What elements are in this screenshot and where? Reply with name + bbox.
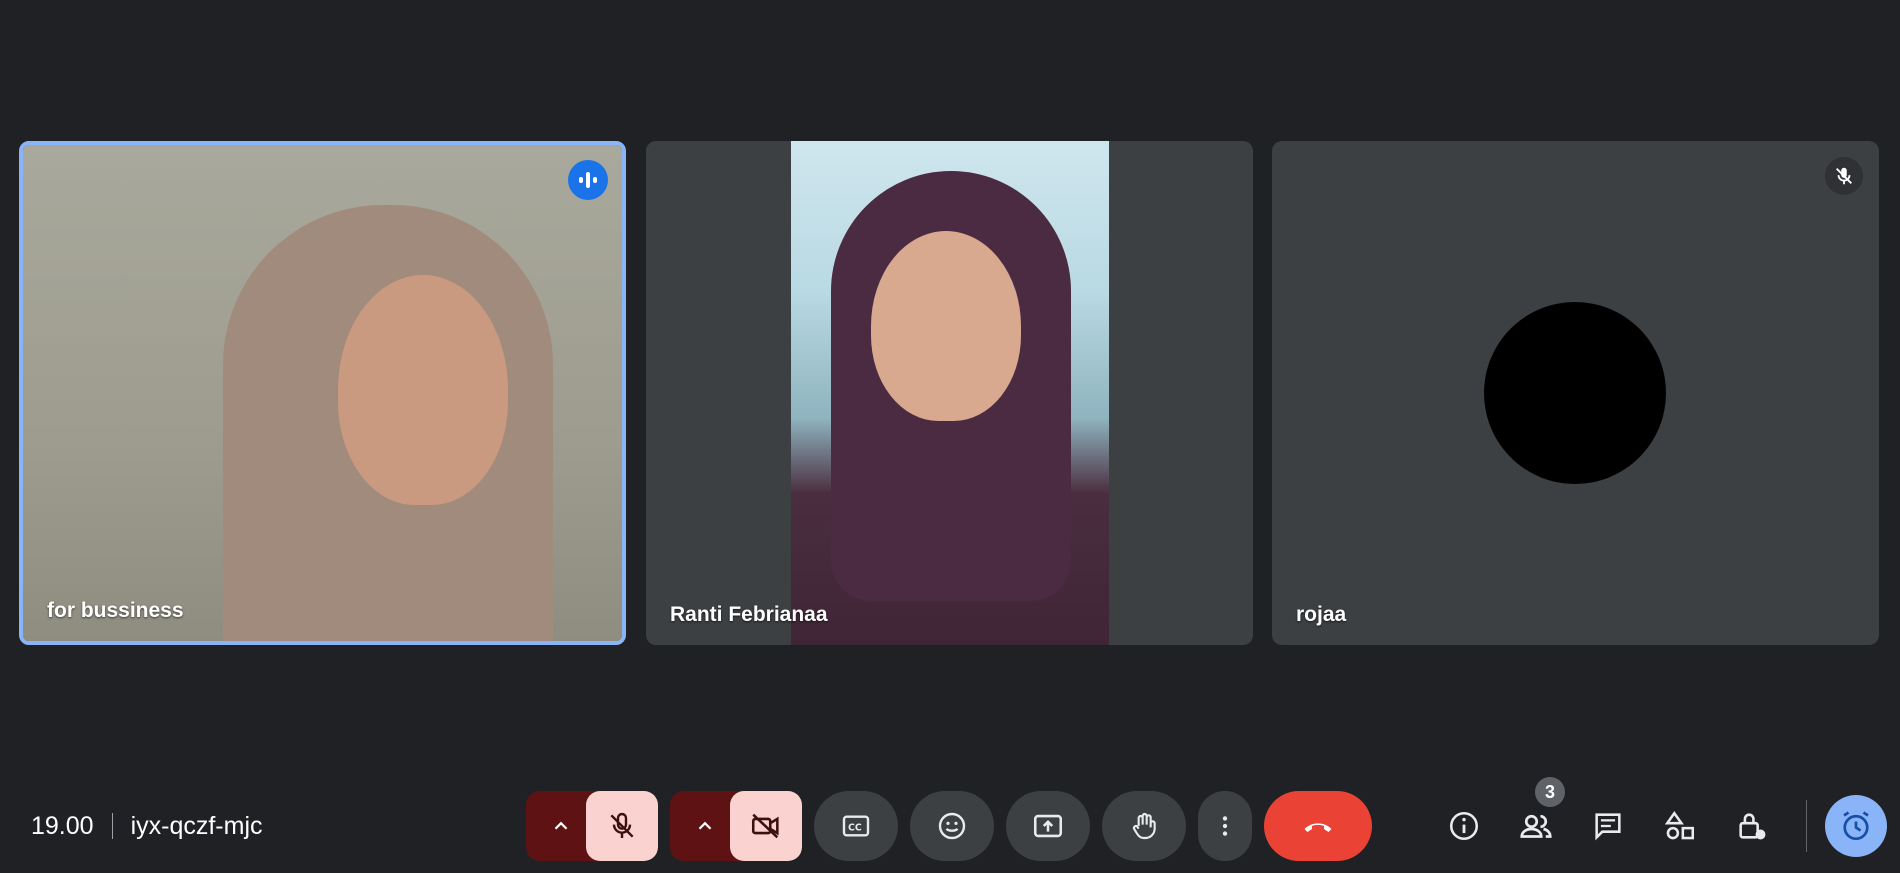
more-options-button[interactable] [1198, 791, 1252, 861]
leave-call-button[interactable] [1264, 791, 1372, 861]
video-face [338, 275, 508, 505]
hand-icon [1132, 812, 1156, 840]
lock-person-icon [1739, 813, 1766, 840]
closed-captions-icon: CC [842, 815, 870, 837]
host-controls-button[interactable] [1726, 800, 1778, 852]
shapes-icon [1664, 811, 1695, 840]
participant-video [23, 145, 622, 641]
raise-hand-button[interactable] [1102, 791, 1186, 861]
participant-tile-ranti-febrianaa[interactable]: Ranti Febrianaa [646, 141, 1253, 645]
meeting-time: 19.00 [31, 811, 94, 840]
toolbar-divider [1806, 800, 1807, 852]
info-icon [1449, 811, 1479, 841]
present-screen-button[interactable] [1006, 791, 1090, 861]
camera-toggle-button[interactable] [730, 791, 802, 861]
chat-icon [1595, 813, 1621, 841]
participant-tile-rojaa[interactable]: rojaa [1272, 141, 1879, 645]
timer-button[interactable] [1825, 795, 1887, 857]
people-icon [1520, 814, 1552, 838]
participant-video [791, 141, 1109, 645]
avatar [1484, 302, 1666, 484]
more-vert-icon [1222, 816, 1228, 836]
activities-button[interactable] [1654, 800, 1706, 852]
speaking-indicator-icon [568, 160, 608, 200]
chat-button[interactable] [1582, 800, 1634, 852]
divider [111, 813, 113, 839]
svg-text:CC: CC [848, 823, 862, 834]
people-button[interactable] [1510, 800, 1562, 852]
mic-off-icon [610, 812, 634, 838]
meeting-info: 19.00 iyx-qczf-mjc [31, 805, 263, 847]
chevron-up-icon [698, 821, 712, 830]
participant-name: for bussiness [47, 599, 184, 622]
participant-name: Ranti Febrianaa [670, 603, 828, 626]
people-count-badge: 3 [1535, 777, 1565, 807]
mic-toggle-button[interactable] [586, 791, 658, 861]
emoji-icon [938, 812, 966, 840]
chevron-up-icon [554, 821, 568, 830]
participant-tile-for-bussiness[interactable]: for bussiness [19, 141, 626, 645]
hang-up-icon [1304, 823, 1332, 832]
meeting-code: iyx-qczf-mjc [130, 811, 263, 840]
meeting-details-button[interactable] [1438, 800, 1490, 852]
reactions-button[interactable] [910, 791, 994, 861]
video-face [871, 231, 1021, 421]
mic-off-icon [1825, 157, 1863, 195]
captions-button[interactable]: CC [814, 791, 898, 861]
participant-name: rojaa [1296, 603, 1347, 626]
alarm-clock-icon [1843, 811, 1869, 841]
camera-off-icon [751, 813, 779, 839]
present-screen-icon [1033, 814, 1063, 838]
